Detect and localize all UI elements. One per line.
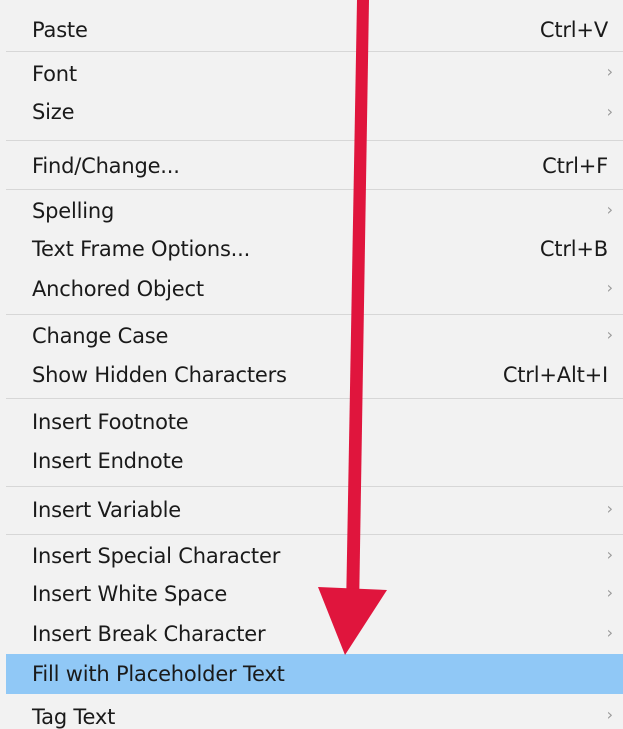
menu-separator <box>6 534 623 535</box>
menu-item-insert-white-space[interactable]: Insert White Space › <box>6 576 623 614</box>
menu-item-insert-endnote[interactable]: Insert Endnote <box>6 442 623 482</box>
menu-item-insert-special-character[interactable]: Insert Special Character › <box>6 538 623 576</box>
menu-separator <box>6 486 623 487</box>
menu-item-shortcut: Ctrl+V <box>539 18 608 42</box>
menu-item-label: Anchored Object <box>32 277 204 301</box>
menu-item-label: Font <box>32 62 77 86</box>
menu-item-label: Change Case <box>32 324 169 348</box>
context-menu: Paste Ctrl+V Font › Size › Find/Change..… <box>0 0 623 729</box>
chevron-right-icon: › <box>606 62 613 81</box>
menu-separator <box>6 398 623 399</box>
chevron-right-icon: › <box>606 200 613 219</box>
menu-item-show-hidden-characters[interactable]: Show Hidden Characters Ctrl+Alt+I <box>6 356 623 396</box>
menu-item-text-frame-options[interactable]: Text Frame Options... Ctrl+B <box>6 231 623 271</box>
menu-item-shortcut: Ctrl+B <box>539 237 608 261</box>
menu-item-label: Insert Footnote <box>32 410 189 434</box>
menu-item-label: Show Hidden Characters <box>32 363 287 387</box>
menu-item-spelling[interactable]: Spelling › <box>6 193 623 231</box>
menu-item-anchored-object[interactable]: Anchored Object › <box>6 271 623 311</box>
menu-item-label: Insert Variable <box>32 498 181 522</box>
chevron-right-icon: › <box>606 499 613 518</box>
chevron-right-icon: › <box>606 102 613 121</box>
menu-item-label: Find/Change... <box>32 154 180 178</box>
menu-separator <box>6 189 623 190</box>
menu-item-tag-text[interactable]: Tag Text › <box>6 697 623 729</box>
chevron-right-icon: › <box>606 325 613 344</box>
menu-item-change-case[interactable]: Change Case › <box>6 318 623 356</box>
menu-item-insert-footnote[interactable]: Insert Footnote <box>6 402 623 442</box>
chevron-right-icon: › <box>606 583 613 602</box>
chevron-right-icon: › <box>606 623 613 642</box>
menu-item-label: Insert Break Character <box>32 622 266 646</box>
menu-separator <box>6 51 623 52</box>
menu-item-size[interactable]: Size › <box>6 92 623 132</box>
menu-item-label: Tag Text <box>32 705 116 729</box>
menu-item-font[interactable]: Font › <box>6 56 623 92</box>
menu-item-fill-with-placeholder-text[interactable]: Fill with Placeholder Text <box>6 654 623 694</box>
chevron-right-icon: › <box>606 278 613 297</box>
menu-item-shortcut: Ctrl+Alt+I <box>502 363 608 387</box>
menu-item-paste[interactable]: Paste Ctrl+V <box>6 12 623 46</box>
menu-item-label: Fill with Placeholder Text <box>32 662 285 686</box>
menu-item-insert-variable[interactable]: Insert Variable › <box>6 490 623 532</box>
menu-item-label: Spelling <box>32 199 115 223</box>
chevron-right-icon: › <box>606 545 613 564</box>
menu-separator <box>6 140 623 141</box>
menu-item-label: Paste <box>32 18 88 42</box>
chevron-right-icon: › <box>606 705 613 724</box>
menu-separator <box>6 314 623 315</box>
menu-item-label: Insert White Space <box>32 582 228 606</box>
menu-item-find-change[interactable]: Find/Change... Ctrl+F <box>6 145 623 187</box>
menu-item-label: Insert Endnote <box>32 449 184 473</box>
menu-item-insert-break-character[interactable]: Insert Break Character › <box>6 614 623 654</box>
menu-item-label: Insert Special Character <box>32 544 281 568</box>
menu-item-label: Size <box>32 100 75 124</box>
menu-item-label: Text Frame Options... <box>32 237 251 261</box>
menu-item-shortcut: Ctrl+F <box>542 154 608 178</box>
